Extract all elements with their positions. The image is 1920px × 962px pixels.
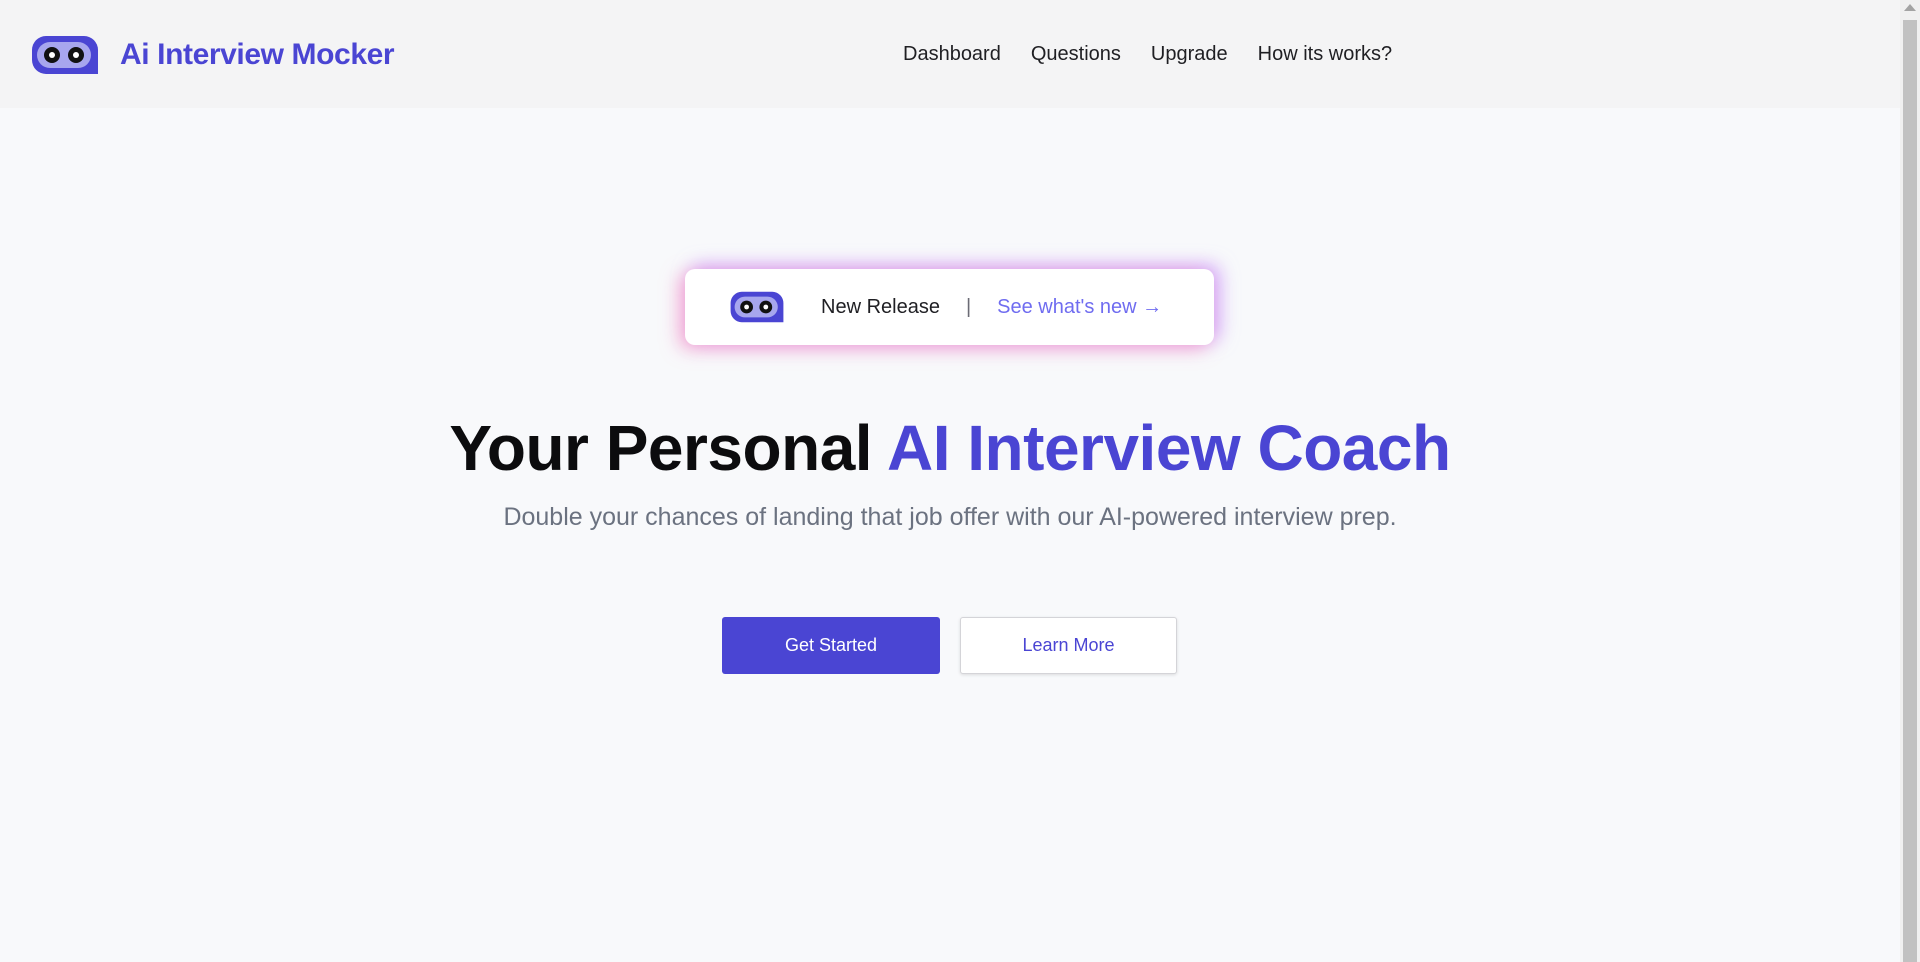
hero-headline: Your Personal AI Interview Coach	[0, 411, 1900, 485]
nav-how-it-works[interactable]: How its works?	[1258, 40, 1392, 68]
badge-release-label: New Release	[821, 295, 940, 318]
whats-new-link[interactable]: See what's new →	[997, 296, 1162, 319]
headline-accent: AI Interview Coach	[886, 412, 1451, 484]
main-nav: Dashboard Questions Upgrade How its work…	[903, 40, 1392, 68]
nav-upgrade[interactable]: Upgrade	[1151, 40, 1228, 68]
vertical-scrollbar[interactable]	[1900, 0, 1920, 962]
headline-plain: Your Personal	[449, 412, 887, 484]
nav-questions[interactable]: Questions	[1031, 40, 1121, 68]
robot-eyes-logo-icon	[32, 36, 98, 74]
badge-separator: |	[965, 295, 972, 318]
scroll-up-arrow-icon[interactable]	[1904, 4, 1916, 11]
hero-subheadline: Double your chances of landing that job …	[503, 503, 1397, 531]
get-started-button[interactable]: Get Started	[722, 617, 940, 674]
nav-dashboard[interactable]: Dashboard	[903, 40, 1001, 68]
page: Ai Interview Mocker Dashboard Questions …	[0, 0, 1920, 962]
robot-eyes-logo-icon	[730, 291, 784, 323]
new-release-badge[interactable]: New Release | See what's new →	[685, 269, 1214, 345]
brand-name: Ai Interview Mocker	[120, 38, 395, 71]
scrollbar-thumb[interactable]	[1903, 20, 1917, 962]
top-navbar: Ai Interview Mocker Dashboard Questions …	[0, 0, 1900, 108]
brand-home-link[interactable]: Ai Interview Mocker	[30, 34, 395, 76]
learn-more-button[interactable]: Learn More	[960, 617, 1177, 674]
